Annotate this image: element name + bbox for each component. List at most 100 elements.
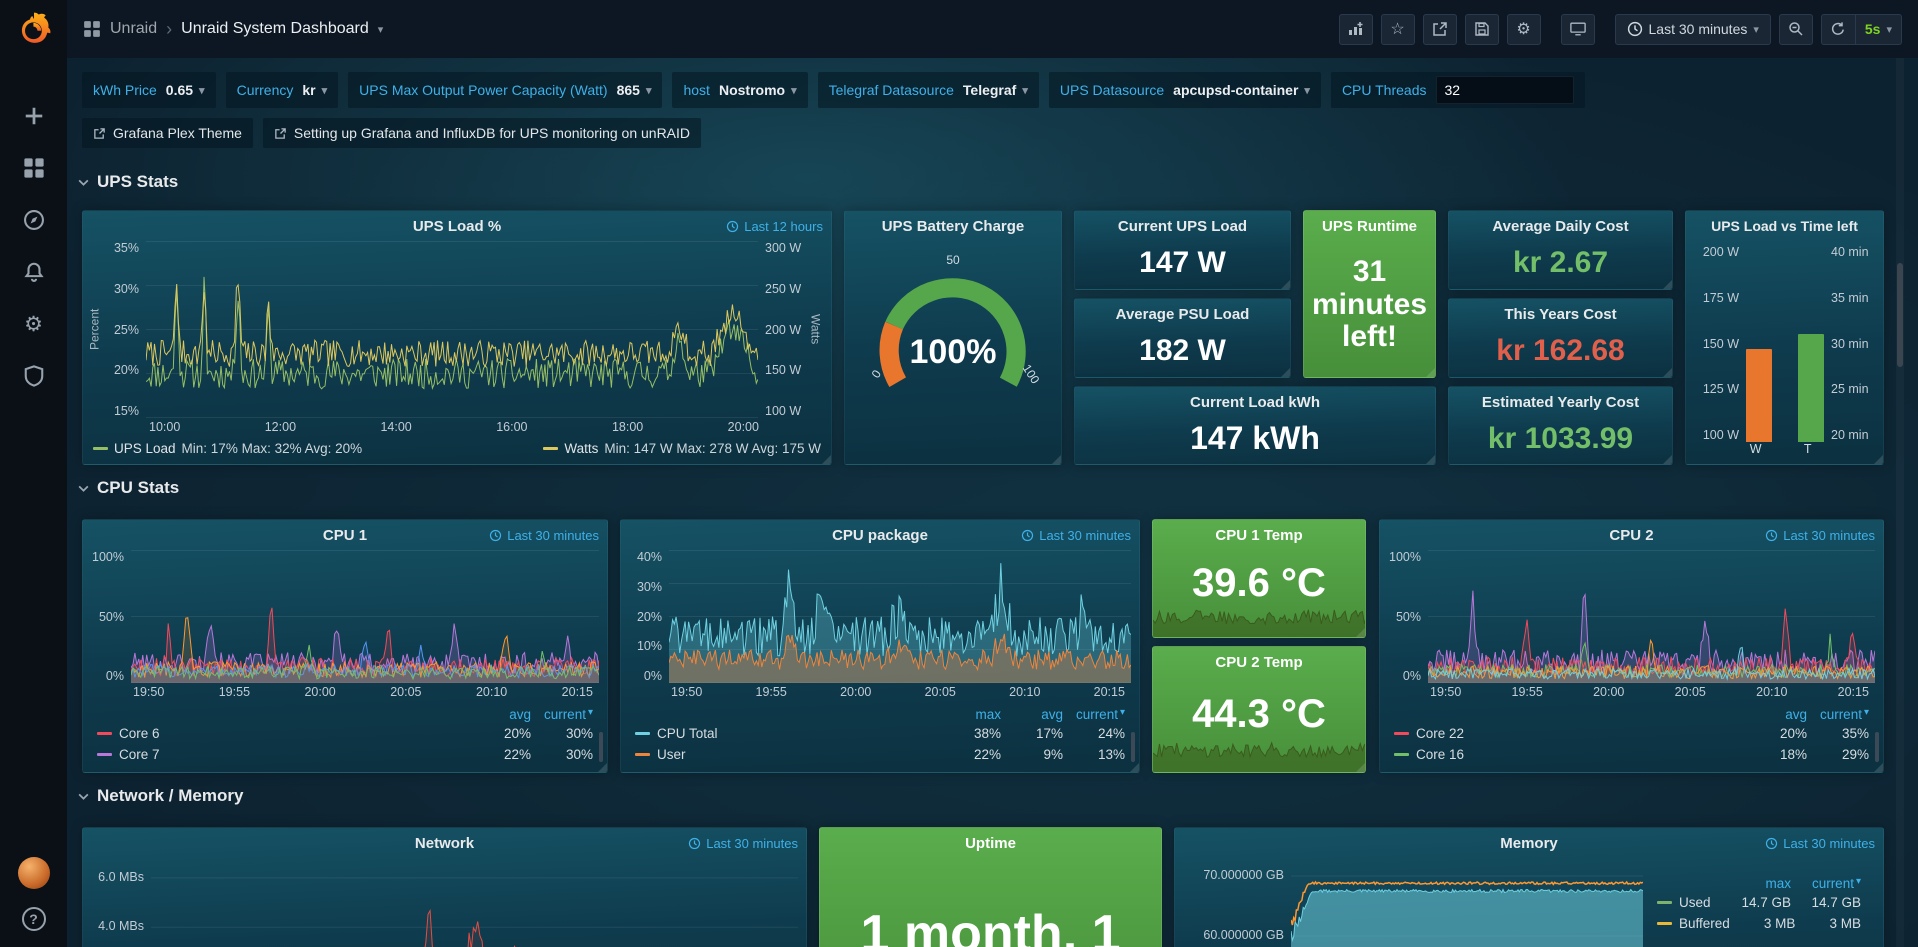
legend-series[interactable]: Core 6 (97, 726, 469, 741)
panel-title[interactable]: Uptime (965, 835, 1016, 852)
link-ups-monitoring-guide[interactable]: Setting up Grafana and InfluxDB for UPS … (263, 118, 701, 148)
user-avatar[interactable] (18, 857, 50, 889)
save-button[interactable] (1465, 14, 1499, 45)
stat-value: 31 minutes left! (1304, 241, 1435, 377)
variable-dropdown[interactable]: 0.65▾ (166, 82, 205, 98)
share-button[interactable] (1423, 14, 1457, 45)
breadcrumb-folder[interactable]: Unraid (110, 20, 157, 38)
refresh-button[interactable] (1821, 14, 1855, 45)
alerting-bell-icon[interactable] (22, 260, 46, 284)
panel-title[interactable]: Average PSU Load (1116, 306, 1250, 323)
grafana-logo-icon[interactable] (13, 8, 55, 50)
clock-icon (489, 529, 502, 542)
panel-title[interactable]: Current Load kWh (1190, 394, 1320, 411)
variable-dropdown[interactable]: 865▾ (617, 82, 652, 98)
panel-title[interactable]: Memory (1500, 835, 1558, 852)
legend-sort-avg[interactable]: avg (469, 707, 531, 722)
timeseries-plot[interactable] (146, 241, 758, 418)
panel-title[interactable]: UPS Runtime (1322, 218, 1417, 235)
legend-series[interactable]: Buffered (1657, 916, 1730, 931)
dashboard-settings-gear-button[interactable]: ⚙ (1507, 14, 1541, 45)
memory-chart[interactable] (1291, 858, 1643, 947)
panel-title[interactable]: CPU package (832, 527, 928, 544)
legend-series-ups-load[interactable]: UPS Load Min: 17% Max: 32% Avg: 20% (93, 441, 362, 456)
variable-dropdown[interactable]: Telegraf▾ (963, 82, 1028, 98)
stat-value: kr 162.68 (1449, 329, 1672, 377)
variable-dropdown[interactable]: Nostromo▾ (719, 82, 797, 98)
zoom-out-button[interactable] (1779, 14, 1813, 45)
panel-average-psu-load: Average PSU Load 182 W (1074, 298, 1291, 378)
panel-ups-load-vs-time-left: UPS Load vs Time left 200 W175 W150 W125… (1685, 210, 1884, 465)
cpu1-chart[interactable] (131, 550, 599, 683)
legend-scrollbar[interactable] (1131, 732, 1135, 762)
legend-series[interactable]: CPU Total (635, 726, 939, 741)
explore-compass-icon[interactable] (22, 208, 46, 232)
series-color-dash (93, 447, 108, 450)
panel-title[interactable]: Network (415, 835, 474, 852)
dashboards-grid-icon[interactable] (22, 156, 46, 180)
server-admin-shield-icon[interactable] (22, 364, 46, 388)
scrollbar-thumb[interactable] (1897, 263, 1903, 367)
panel-title[interactable]: This Years Cost (1504, 306, 1616, 323)
panel-title[interactable]: UPS Battery Charge (882, 218, 1025, 235)
create-plus-icon[interactable] (22, 104, 46, 128)
refresh-interval-button[interactable]: 5s ▾ (1855, 14, 1902, 45)
add-panel-button[interactable] (1339, 14, 1373, 45)
timeseries-plot[interactable] (131, 550, 599, 683)
star-button[interactable]: ☆ (1381, 14, 1415, 45)
timeseries-plot[interactable] (151, 858, 798, 947)
row-toggle-network-memory[interactable]: Network / Memory (77, 786, 243, 806)
timeseries-plot[interactable] (669, 550, 1131, 683)
network-chart[interactable] (151, 858, 798, 947)
panel-title[interactable]: Estimated Yearly Cost (1482, 394, 1639, 411)
panel-title[interactable]: CPU 2 Temp (1215, 654, 1302, 671)
panel-average-daily-cost: Average Daily Cost kr 2.67 (1448, 210, 1673, 290)
legend-series[interactable]: Used (1657, 895, 1721, 910)
row-toggle-ups-stats[interactable]: UPS Stats (77, 172, 178, 192)
row-toggle-cpu-stats[interactable]: CPU Stats (77, 478, 179, 498)
panel-title[interactable]: CPU 2 (1609, 527, 1653, 544)
legend-series[interactable]: Core 7 (97, 747, 469, 762)
variable-dropdown[interactable]: apcupsd-container▾ (1173, 82, 1310, 98)
panel-ups-runtime: UPS Runtime 31 minutes left! (1303, 210, 1436, 378)
cpu2-chart[interactable] (1428, 550, 1875, 683)
configuration-gear-icon[interactable]: ⚙ (22, 312, 46, 336)
timeseries-plot[interactable] (1291, 858, 1643, 947)
legend-scrollbar[interactable] (599, 732, 603, 762)
legend-sort-avg[interactable]: avg (1745, 707, 1807, 722)
panel-title[interactable]: CPU 1 (323, 527, 367, 544)
legend-series[interactable]: Core 16 (1394, 747, 1745, 762)
breadcrumb-dashboard-title[interactable]: Unraid System Dashboard (181, 20, 369, 38)
caret-down-icon[interactable]: ▾ (378, 23, 384, 36)
bar-chart[interactable] (1746, 245, 1824, 442)
legend-sort-max[interactable]: max (939, 707, 1001, 722)
variable-dropdown[interactable]: kr▾ (302, 82, 327, 98)
panel-title[interactable]: UPS Load vs Time left (1711, 218, 1858, 234)
ups-load-chart[interactable] (146, 241, 758, 418)
legend-series-watts[interactable]: Watts Min: 147 W Max: 278 W Avg: 175 W (543, 441, 821, 456)
timeseries-plot[interactable] (1428, 550, 1875, 683)
panel-title[interactable]: CPU 1 Temp (1215, 527, 1302, 544)
panel-title[interactable]: UPS Load % (413, 218, 501, 235)
link-grafana-plex-theme[interactable]: Grafana Plex Theme (82, 118, 253, 148)
legend-series[interactable]: User (635, 747, 939, 762)
legend-sort-current[interactable]: current▾ (1063, 707, 1125, 722)
legend-sort-current[interactable]: current▾ (1791, 876, 1861, 891)
legend-sort-current[interactable]: current▾ (531, 707, 593, 722)
scrollbar-track[interactable] (1896, 58, 1904, 947)
time-range-picker[interactable]: Last 30 minutes ▾ (1615, 14, 1771, 45)
cpu-threads-input[interactable] (1436, 76, 1574, 104)
panel-title[interactable]: Current UPS Load (1118, 218, 1247, 235)
panel-ups-load: UPS Load % Last 12 hours Percent 35%30%2… (82, 210, 832, 465)
help-icon[interactable]: ? (22, 907, 46, 931)
time-override-badge: Last 30 minutes (688, 836, 798, 851)
tv-mode-button[interactable] (1561, 14, 1595, 45)
legend-scrollbar[interactable] (1875, 732, 1879, 762)
panel-title[interactable]: Average Daily Cost (1492, 218, 1628, 235)
legend-sort-current[interactable]: current▾ (1807, 707, 1869, 722)
legend-sort-max[interactable]: max (1721, 876, 1791, 891)
legend-sort-avg[interactable]: avg (1001, 707, 1063, 722)
legend-series[interactable]: Core 22 (1394, 726, 1745, 741)
cpu-package-chart[interactable] (669, 550, 1131, 683)
time-range-label: Last 30 minutes (1649, 21, 1748, 37)
